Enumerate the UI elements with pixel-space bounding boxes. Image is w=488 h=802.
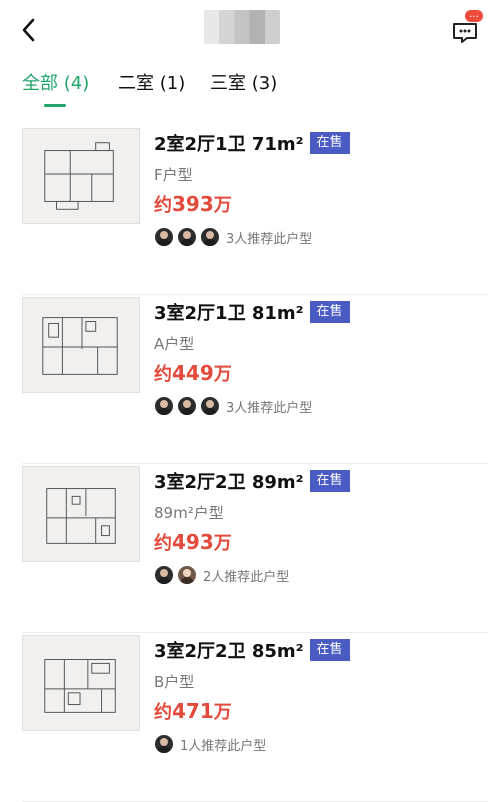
- recommend-text: 2人推荐此户型: [203, 569, 290, 585]
- unit-price: 约493万: [154, 530, 232, 554]
- avatar: [200, 227, 220, 247]
- recommendation: 3人推荐此户型: [154, 227, 484, 247]
- status-badge: 在售: [309, 301, 350, 323]
- unit-price: 约393万: [154, 192, 232, 216]
- tab-all[interactable]: 全部 (4): [22, 69, 89, 95]
- avatar: [177, 565, 197, 585]
- recommend-text: 1人推荐此户型: [180, 738, 267, 754]
- unit-type: B户型: [154, 673, 195, 691]
- unit-price: 约471万: [154, 699, 232, 723]
- floorplan-thumbnail[interactable]: [22, 466, 140, 562]
- recommendation: 1人推荐此户型: [154, 734, 484, 754]
- back-arrow-icon[interactable]: [16, 16, 44, 44]
- recommend-text: 3人推荐此户型: [226, 231, 313, 247]
- unit-spec: 3室2厅2卫 89m²: [154, 472, 304, 493]
- tab-three-room[interactable]: 三室 (3): [210, 69, 277, 95]
- avatar: [154, 734, 174, 754]
- recommendation: 3人推荐此户型: [154, 396, 484, 416]
- floorplan-thumbnail[interactable]: [22, 635, 140, 731]
- unit-spec: 3室2厅2卫 85m²: [154, 641, 304, 662]
- status-badge: 在售: [309, 639, 350, 661]
- message-badge: ...: [465, 10, 483, 22]
- recommendation: 2人推荐此户型: [154, 565, 484, 585]
- recommend-text: 3人推荐此户型: [226, 400, 313, 416]
- unit-spec: 2室2厅1卫 71m²: [154, 134, 304, 155]
- avatar: [154, 565, 174, 585]
- avatar: [177, 227, 197, 247]
- floorplan-thumbnail[interactable]: [22, 297, 140, 393]
- unit-type: F户型: [154, 166, 193, 184]
- unit-spec: 3室2厅1卫 81m²: [154, 303, 304, 324]
- avatar: [177, 396, 197, 416]
- avatar: [154, 396, 174, 416]
- list-item[interactable]: 3室2厅2卫 85m² 在售 B户型 约471万 1人推荐此户型: [22, 633, 488, 802]
- floorplan-list: 2室2厅1卫 71m² 在售 F户型 约393万 3人推荐此户型 3室2厅1卫 …: [0, 126, 488, 802]
- unit-type: 89m²户型: [154, 504, 224, 522]
- unit-type: A户型: [154, 335, 195, 353]
- list-item[interactable]: 2室2厅1卫 71m² 在售 F户型 约393万 3人推荐此户型: [22, 126, 488, 295]
- avatar: [200, 396, 220, 416]
- page-title-redacted: [204, 10, 280, 44]
- floorplan-thumbnail[interactable]: [22, 128, 140, 224]
- active-tab-indicator: [44, 104, 66, 107]
- status-badge: 在售: [309, 132, 350, 154]
- tab-two-room[interactable]: 二室 (1): [118, 69, 185, 95]
- status-badge: 在售: [309, 470, 350, 492]
- room-filter-tabs: 全部 (4) 二室 (1) 三室 (3): [0, 64, 488, 108]
- top-bar: ...: [0, 0, 488, 60]
- unit-price: 约449万: [154, 361, 232, 385]
- list-item[interactable]: 3室2厅1卫 81m² 在售 A户型 约449万 3人推荐此户型: [22, 295, 488, 464]
- list-item[interactable]: 3室2厅2卫 89m² 在售 89m²户型 约493万 2人推荐此户型: [22, 464, 488, 633]
- avatar: [154, 227, 174, 247]
